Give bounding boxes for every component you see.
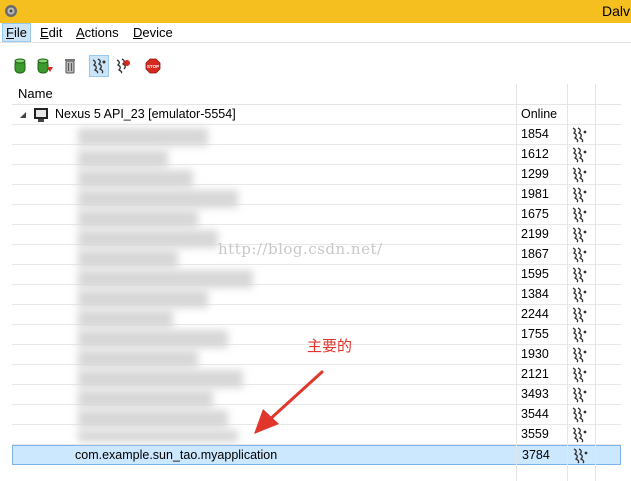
process-row[interactable]: com.example.sun_tao.myapplication 3784 (12, 445, 621, 465)
app-icon (5, 5, 17, 17)
annotation-label: 主要的 (307, 338, 353, 355)
thread-icon (570, 407, 588, 423)
menu-bar: File Edit Actions Device (0, 23, 631, 42)
thread-icon (570, 387, 588, 403)
redacted-names-blur (78, 430, 238, 442)
process-pid: 1854 (521, 127, 549, 141)
thread-icon (570, 127, 588, 143)
process-pid: 2244 (521, 307, 549, 321)
column-separator (516, 84, 517, 481)
thread-icon (570, 327, 588, 343)
process-pid: 3784 (522, 448, 550, 462)
process-pid: 1867 (521, 247, 549, 261)
column-separator (595, 84, 596, 481)
redacted-names-blur (78, 210, 198, 228)
thread-icon (570, 187, 588, 203)
redacted-names-blur (78, 230, 218, 248)
process-pid: 2199 (521, 227, 549, 241)
device-name: Nexus 5 API_23 [emulator-5554] (55, 107, 236, 121)
process-pid: 1930 (521, 347, 549, 361)
cause-gc-icon (65, 59, 75, 74)
process-pid: 1675 (521, 207, 549, 221)
menu-edit[interactable]: Edit (37, 24, 65, 41)
dump-hprof-button[interactable] (35, 55, 55, 77)
process-pid: 3493 (521, 387, 549, 401)
dump-hprof-icon (37, 58, 53, 74)
thread-icon (570, 147, 588, 163)
cause-gc-button[interactable] (60, 55, 80, 77)
title-bar: Dalv (0, 0, 631, 23)
redacted-names-blur (78, 310, 173, 328)
redacted-names-blur (78, 290, 208, 308)
thread-icon (570, 427, 588, 443)
device-status: Online (521, 107, 558, 121)
update-heap-button[interactable] (10, 55, 30, 77)
table-header: Name (12, 84, 621, 105)
column-separator (567, 84, 568, 481)
redacted-names-blur (78, 410, 228, 428)
redacted-names-blur (78, 270, 253, 288)
process-pid: 3544 (521, 407, 549, 421)
redacted-names-blur (78, 190, 238, 208)
expand-triangle-icon[interactable] (19, 111, 27, 119)
window-title: Dalv (602, 3, 631, 19)
thread-icon (570, 167, 588, 183)
start-method-profiling-icon (116, 58, 130, 74)
process-pid: 1755 (521, 327, 549, 341)
thread-icon (570, 367, 588, 383)
menu-file[interactable]: File (2, 23, 31, 42)
stop-process-icon: STOP (145, 58, 161, 74)
process-pid: 1595 (521, 267, 549, 281)
process-pid: 1612 (521, 147, 549, 161)
thread-icon (570, 227, 588, 243)
redacted-names-blur (78, 370, 243, 388)
name-column-header[interactable]: Name (18, 84, 53, 104)
device-row[interactable]: Nexus 5 API_23 [emulator-5554] Online (12, 105, 621, 125)
thread-icon (570, 287, 588, 303)
redacted-names-blur (78, 170, 193, 188)
watermark: http://blog.csdn.net/ (218, 240, 383, 258)
device-icon (34, 108, 48, 122)
update-heap-icon (14, 58, 26, 74)
redacted-names-blur (78, 330, 228, 348)
update-threads-button[interactable] (89, 55, 109, 77)
thread-icon (571, 448, 589, 464)
stop-process-button[interactable]: STOP (143, 55, 163, 77)
start-method-profiling-button[interactable] (113, 55, 133, 77)
menu-divider (0, 42, 631, 43)
process-name: com.example.sun_tao.myapplication (75, 448, 278, 462)
process-pid: 2121 (521, 367, 549, 381)
thread-icon (570, 307, 588, 323)
process-pid: 1981 (521, 187, 549, 201)
menu-actions[interactable]: Actions (73, 24, 122, 41)
process-pid: 1299 (521, 167, 549, 181)
thread-icon (570, 247, 588, 263)
redacted-names-blur (78, 250, 178, 268)
process-pid: 1384 (521, 287, 549, 301)
redacted-names-blur (78, 390, 213, 408)
redacted-names-blur (78, 350, 198, 368)
update-threads-icon (92, 58, 106, 74)
thread-icon (570, 347, 588, 363)
menu-device[interactable]: Device (130, 24, 176, 41)
stop-label: STOP (147, 64, 159, 69)
thread-icon (570, 207, 588, 223)
thread-icon (570, 267, 588, 283)
redacted-names-blur (78, 150, 168, 168)
process-pid: 3559 (521, 427, 549, 441)
redacted-names-blur (78, 128, 208, 146)
